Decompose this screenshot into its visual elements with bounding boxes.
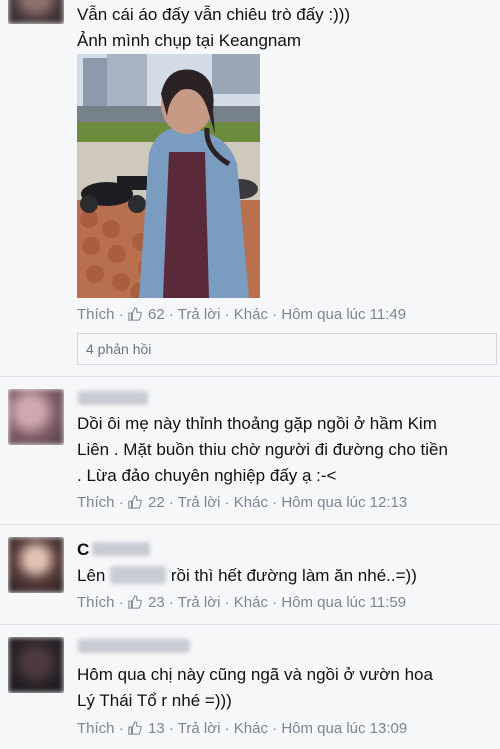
timestamp[interactable]: Hôm qua lúc 11:49: [281, 306, 406, 323]
comment-text-line: Vẫn cái áo đấy vẫn chiêu trò đấy :))): [77, 5, 351, 24]
more-link[interactable]: Khác: [234, 720, 268, 737]
comment-2: Dồi ôi mẹ này thỉnh thoảng gặp ngồi ở hầ…: [0, 377, 500, 520]
reply-link[interactable]: Trả lời: [178, 306, 221, 323]
photo-image: [77, 54, 260, 298]
comment-text-line: Dồi ôi mẹ này thỉnh thoảng gặp ngồi ở hầ…: [77, 414, 437, 433]
comment-actions: Thích · 23 · Trả lời · Khác · Hôm qua lú…: [77, 594, 407, 611]
reply-link[interactable]: Trả lời: [178, 594, 221, 611]
like-link[interactable]: Thích: [77, 494, 115, 511]
author-name[interactable]: [78, 639, 190, 653]
reply-link[interactable]: Trả lời: [178, 720, 221, 737]
thumbs-up-icon: [128, 595, 142, 609]
comment-text-line: Liên . Mặt buồn thiu chờ người đi đường …: [77, 440, 448, 459]
comment-text-line: . Lừa đảo chuyên nghiệp đấy ạ :-<: [77, 466, 337, 485]
like-count: 62: [148, 306, 165, 323]
like-link[interactable]: Thích: [77, 306, 115, 323]
avatar[interactable]: [8, 389, 64, 445]
thumbs-up-icon: [128, 495, 142, 509]
author-name-blurred: [92, 542, 150, 556]
comment-text-line: Hôm qua chị này cũng ngã và ngồi ở vườn …: [77, 665, 433, 684]
replies-link[interactable]: 4 phản hồi: [77, 333, 497, 365]
thumbs-up-icon: [128, 721, 142, 735]
avatar[interactable]: [8, 637, 64, 693]
thumbs-up-icon: [128, 307, 142, 321]
timestamp[interactable]: Hôm qua lúc 11:59: [281, 594, 406, 611]
like-link[interactable]: Thích: [77, 720, 115, 737]
blurred-word: [110, 566, 167, 584]
comment-actions: Thích · 13 · Trả lời · Khác · Hôm qua lú…: [77, 720, 408, 737]
reply-link[interactable]: Trả lời: [178, 494, 221, 511]
avatar[interactable]: [8, 537, 64, 593]
like-count: 23: [148, 594, 165, 611]
like-link[interactable]: Thích: [77, 594, 115, 611]
author-name[interactable]: [78, 391, 148, 405]
author-name[interactable]: C: [77, 537, 89, 563]
more-link[interactable]: Khác: [234, 306, 268, 323]
comment-text-line: Ảnh mình chụp tại Keangnam: [77, 31, 301, 50]
comment-text-line: Lý Thái Tổ r nhé =))): [77, 691, 232, 710]
comment-4: Hôm qua chị này cũng ngã và ngồi ở vườn …: [0, 625, 500, 749]
like-count: 22: [148, 494, 165, 511]
comment-photo[interactable]: [77, 54, 260, 298]
more-link[interactable]: Khác: [234, 594, 268, 611]
comment-1: Vẫn cái áo đấy vẫn chiêu trò đấy :))) Ản…: [0, 0, 500, 372]
like-count: 13: [148, 720, 165, 737]
more-link[interactable]: Khác: [234, 494, 268, 511]
timestamp[interactable]: Hôm qua lúc 13:09: [281, 720, 407, 737]
timestamp[interactable]: Hôm qua lúc 12:13: [281, 494, 407, 511]
comment-text-line: Lên rồi thì hết đường làm ăn nhé..=)): [77, 566, 417, 585]
comment-actions: Thích · 62 · Trả lời · Khác · Hôm qua lú…: [77, 306, 407, 323]
avatar[interactable]: [8, 0, 64, 24]
comment-actions: Thích · 22 · Trả lời · Khác · Hôm qua lú…: [77, 494, 408, 511]
comment-3: C Lên rồi thì hết đường làm ăn nhé..=)) …: [0, 525, 500, 621]
